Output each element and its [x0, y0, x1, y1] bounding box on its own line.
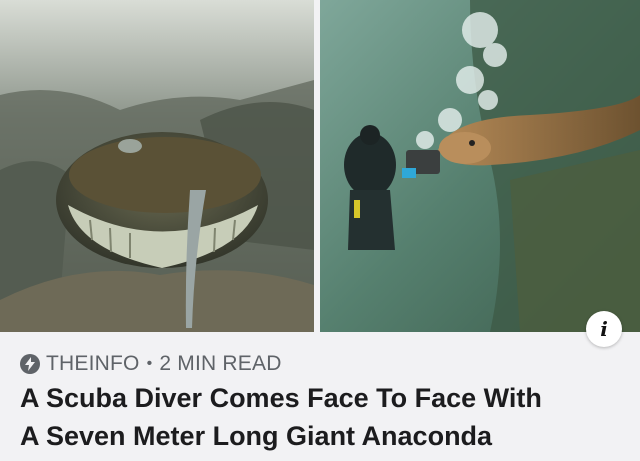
article-headline[interactable]: A Scuba Diver Comes Face To Face With A …	[20, 379, 630, 455]
article-photos[interactable]: i	[0, 0, 640, 347]
headline-line-1: A Scuba Diver Comes Face To Face With	[20, 383, 542, 413]
article-card[interactable]: i THEINFO • 2 MIN READ A Scuba Diver Com…	[0, 0, 640, 461]
info-icon: i	[600, 317, 608, 341]
meta-separator: •	[146, 355, 153, 372]
article-meta: THEINFO • 2 MIN READ	[20, 350, 282, 378]
read-time: 2 MIN READ	[159, 352, 282, 375]
source-name[interactable]: THEINFO	[46, 352, 140, 376]
headline-line-2: A Seven Meter Long Giant Anaconda	[20, 421, 493, 451]
diver-anaconda-photo	[320, 0, 640, 332]
lightning-bolt-icon	[20, 354, 40, 374]
info-button[interactable]: i	[586, 311, 622, 347]
anaconda-face-photo	[0, 0, 314, 332]
